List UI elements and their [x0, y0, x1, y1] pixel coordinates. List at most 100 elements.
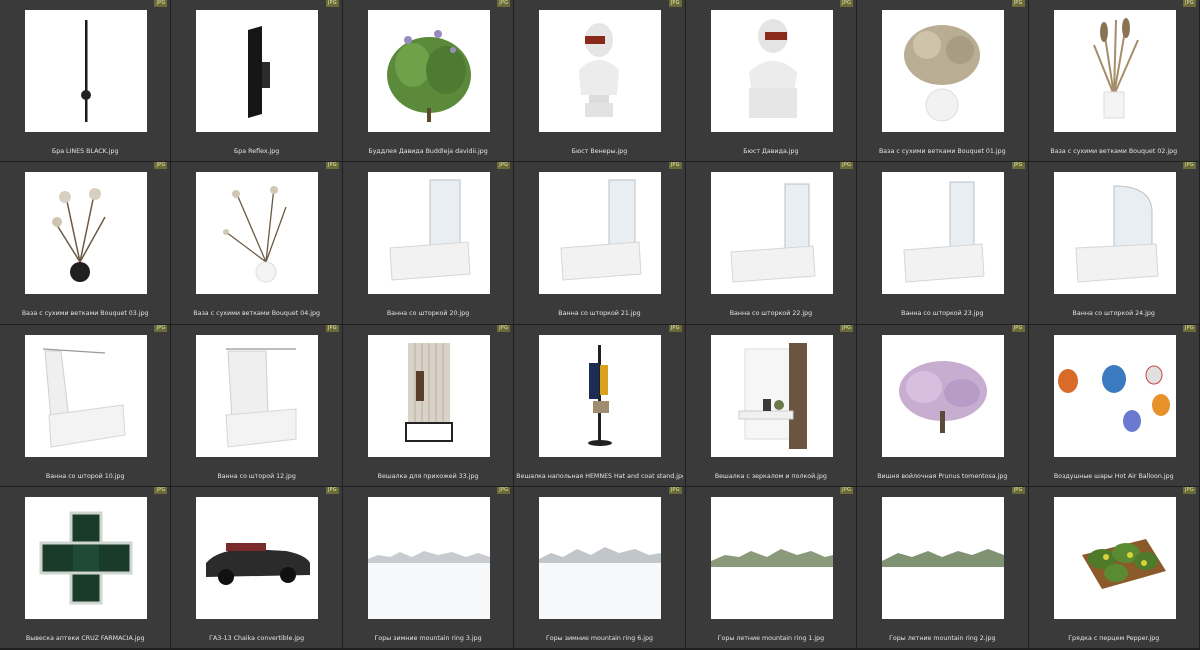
file-tile[interactable]: JPG Горы летние mountain ring 1.jpg	[685, 486, 857, 648]
bathtub-glass-screen-icon	[730, 183, 816, 283]
file-tile[interactable]: JPG Бюст Давида.jpg	[685, 0, 857, 162]
file-type-badge: JPG	[154, 486, 168, 494]
file-tile[interactable]: JPG Ванна со шторкой 21.jpg	[514, 162, 685, 324]
thumbnail[interactable]	[882, 10, 1005, 132]
thumbnail[interactable]	[1053, 334, 1176, 457]
file-name: Горы летние mountain ring 1.jpg	[717, 634, 825, 642]
bathtub-glass-screen-icon	[560, 179, 642, 281]
file-tile[interactable]: JPG Бра Reflex.jpg	[171, 0, 342, 162]
hallway-rack-icon	[404, 342, 453, 442]
file-tile[interactable]: JPG ГАЗ-13 Chaika convertible.jpg	[171, 486, 342, 648]
file-tile[interactable]: JPG Бра LINES BLACK.jpg	[0, 0, 171, 162]
file-name: Бюст Венеры.jpg	[571, 148, 628, 155]
file-name: Ванна со шторой 10.jpg	[45, 472, 125, 480]
file-type-badge: JPG	[840, 324, 854, 332]
file-name: ГАЗ-13 Chaika convertible.jpg	[209, 634, 305, 642]
file-tile[interactable]: JPG Ванна со шторкой 20.jpg	[342, 162, 514, 324]
summer-mountains-icon	[882, 548, 1005, 619]
file-tile[interactable]: JPG Ванна со шторкой 22.jpg	[685, 162, 857, 324]
file-type-badge: JPG	[325, 324, 339, 332]
file-type-badge: JPG	[497, 0, 511, 7]
file-type-badge: JPG	[497, 162, 511, 170]
file-tile[interactable]: JPG Буддлея Давида Buddleja davidii.jpg	[342, 0, 514, 162]
file-name: Бра LINES BLACK.jpg	[51, 148, 119, 155]
thumbnail[interactable]	[539, 334, 662, 457]
file-type-badge: JPG	[1011, 162, 1025, 170]
thumbnail[interactable]	[710, 172, 833, 295]
file-name: Ванна со шторой 12.jpg	[217, 472, 296, 480]
file-tile[interactable]: JPG Горы зимние mountain ring 3.jpg	[342, 486, 514, 648]
thumbnail[interactable]	[25, 334, 147, 457]
file-type-badge: JPG	[325, 162, 339, 170]
thumbnail[interactable]	[25, 10, 147, 132]
thumbnail[interactable]	[882, 496, 1005, 619]
thumbnail[interactable]	[539, 496, 662, 619]
thumbnail[interactable]	[539, 10, 662, 132]
file-tile[interactable]: JPG Ванна со шторкой 23.jpg	[857, 162, 1028, 324]
file-tile[interactable]: JPG Горы зимние mountain ring 6.jpg	[514, 486, 685, 648]
file-tile[interactable]: JPG Ванна со шторкой 24.jpg	[1028, 162, 1199, 324]
thumbnail[interactable]	[196, 334, 319, 457]
thumbnail[interactable]	[25, 496, 147, 619]
venus-bust-icon	[579, 23, 620, 117]
file-type-badge: JPG	[840, 486, 854, 494]
file-tile[interactable]: JPG Ваза с сухими ветками Bouquet 01.jpg	[857, 0, 1028, 162]
file-tile[interactable]: JPG Воздушные шары Hot Air Balloon.jpg	[1028, 324, 1199, 486]
thumbnail[interactable]	[539, 172, 662, 295]
file-name: Грядка с перцем Pepper.jpg	[1068, 634, 1160, 642]
file-name: Бюст Давида.jpg	[743, 148, 799, 155]
file-type-badge: JPG	[1182, 0, 1196, 7]
thumbnail[interactable]	[196, 496, 319, 619]
hot-air-balloons-icon	[1057, 364, 1170, 432]
winter-mountains-icon	[539, 546, 662, 619]
bathtub-curtain-icon	[225, 347, 297, 448]
thumbnail[interactable]	[196, 10, 319, 132]
vase-bouquet-icon	[1092, 18, 1139, 119]
coat-stand-icon	[588, 344, 613, 446]
file-name: Воздушные шары Hot Air Balloon.jpg	[1053, 472, 1174, 480]
file-name: Горы летние mountain ring 2.jpg	[889, 634, 996, 642]
thumbnail[interactable]	[710, 334, 833, 457]
file-tile[interactable]: JPG Вывеска аптеки CRUZ FARMACIA.jpg	[0, 486, 171, 648]
file-type-badge: JPG	[1182, 324, 1196, 332]
thumbnail[interactable]	[1053, 496, 1176, 619]
file-name: Ванна со шторкой 24.jpg	[1072, 310, 1155, 318]
thumbnail[interactable]	[882, 172, 1005, 295]
file-tile[interactable]: JPG Ванна со шторой 10.jpg	[0, 324, 171, 486]
thumbnail[interactable]	[882, 334, 1005, 457]
mirror-shelf-icon	[738, 342, 807, 449]
file-type-badge: JPG	[154, 162, 168, 170]
file-name: Горы зимние mountain ring 3.jpg	[374, 634, 482, 642]
file-tile[interactable]: JPG Бюст Венеры.jpg	[514, 0, 685, 162]
file-tile[interactable]: JPG Грядка с перцем Pepper.jpg	[1028, 486, 1199, 648]
vase-branches-icon	[52, 188, 106, 283]
file-tile[interactable]: JPG Вешалка с зеркалом и полкой.jpg	[685, 324, 857, 486]
file-tile[interactable]: JPG Ваза с сухими ветками Bouquet 04.jpg	[171, 162, 342, 324]
file-name: Ваза с сухими ветками Bouquet 04.jpg	[193, 310, 320, 318]
thumbnail[interactable]	[1053, 10, 1176, 132]
thumbnail[interactable]	[367, 172, 490, 295]
thumbnail[interactable]	[1053, 172, 1176, 295]
file-type-badge: JPG	[325, 486, 339, 494]
file-tile[interactable]: JPG Горы летние mountain ring 2.jpg	[857, 486, 1028, 648]
file-type-badge: JPG	[497, 486, 511, 494]
file-tile[interactable]: JPG Вишня войлочная Prunus tomentosa.jpg	[857, 324, 1028, 486]
file-name: Вишня войлочная Prunus tomentosa.jpg	[877, 472, 1008, 480]
file-tile[interactable]: JPG Вешалка напольная HEMNES Hat and coa…	[514, 324, 685, 486]
file-tile[interactable]: JPG Ваза с сухими ветками Bouquet 03.jpg	[0, 162, 171, 324]
thumbnail[interactable]	[367, 496, 490, 619]
file-name: Буддлея Давида Buddleja davidii.jpg	[368, 148, 488, 155]
file-name: Ванна со шторкой 23.jpg	[901, 310, 984, 318]
thumbnail[interactable]	[710, 496, 833, 619]
file-tile[interactable]: JPG Ванна со шторой 12.jpg	[171, 324, 342, 486]
thumbnail[interactable]	[196, 172, 319, 295]
file-type-badge: JPG	[840, 0, 854, 7]
file-name: Вывеска аптеки CRUZ FARMACIA.jpg	[25, 634, 145, 642]
file-tile[interactable]: JPG Вешалка для прихожей 33.jpg	[342, 324, 514, 486]
thumbnail[interactable]	[710, 10, 833, 132]
thumbnail[interactable]	[367, 10, 490, 132]
thumbnail[interactable]	[25, 172, 147, 295]
bathtub-curtain-icon	[42, 347, 126, 448]
file-tile[interactable]: JPG Ваза с сухими ветками Bouquet 02.jpg	[1028, 0, 1199, 162]
thumbnail[interactable]	[367, 334, 490, 457]
